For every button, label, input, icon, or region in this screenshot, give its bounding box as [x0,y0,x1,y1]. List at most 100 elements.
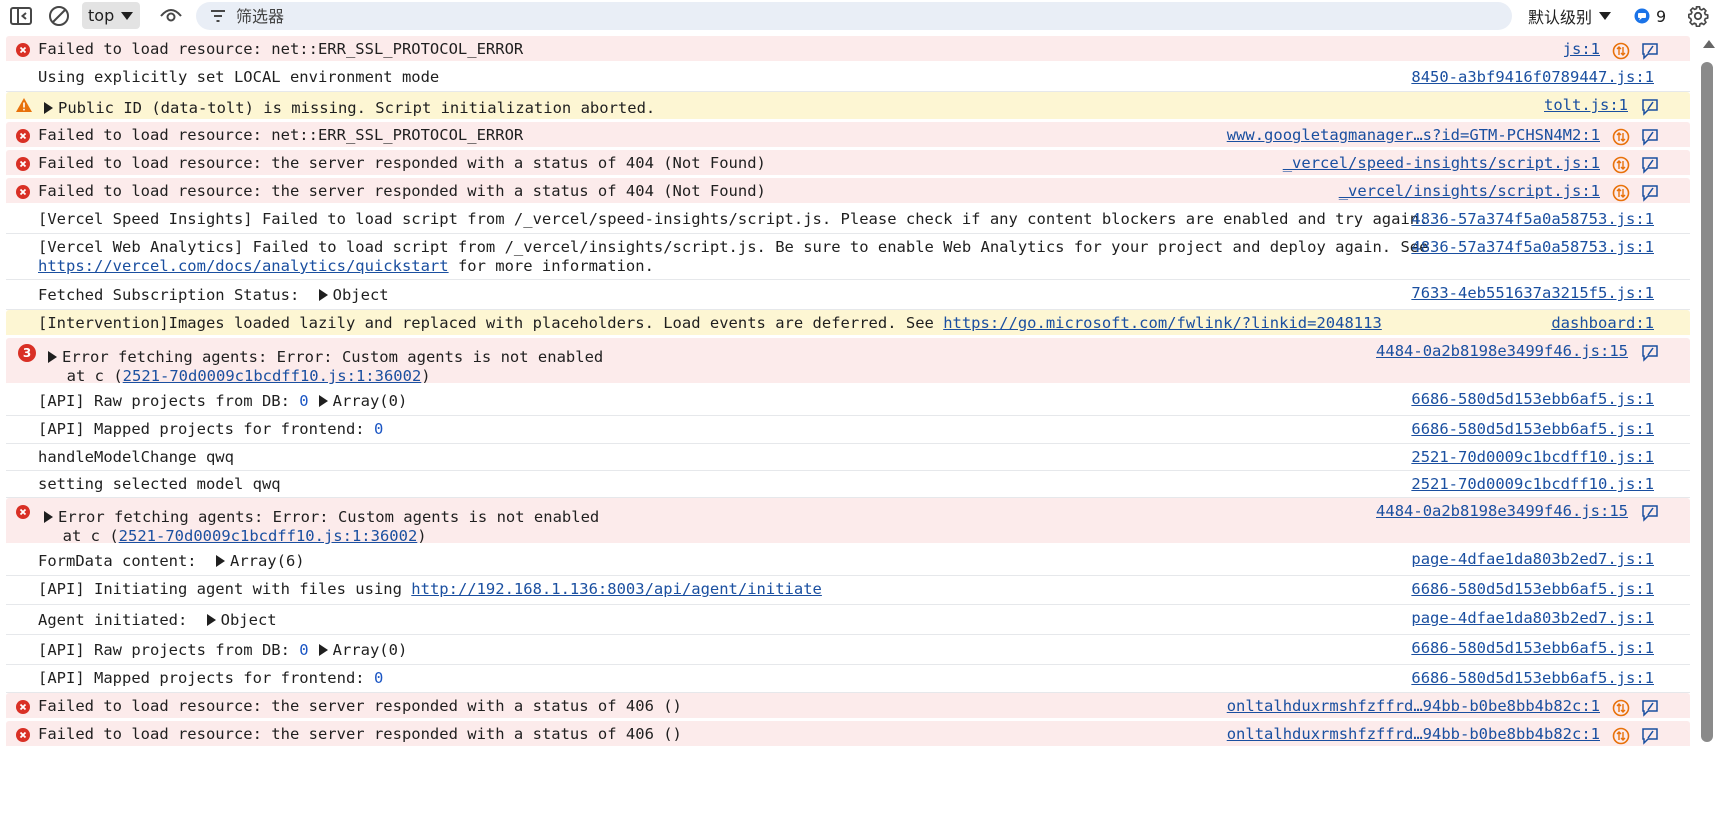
console-message-log[interactable]: [Vercel Speed Insights] Failed to load s… [6,206,1690,234]
message-text: [API] Initiating agent with files using … [38,580,822,598]
settings-gear-icon[interactable] [1687,0,1709,32]
source-link[interactable]: 4484-0a2b8198e3499f46.js:15 [1376,502,1628,521]
error-icon [16,43,30,57]
scroll-up-arrow-icon[interactable] [1703,40,1715,48]
log-levels-dropdown[interactable]: 默认级别 [1528,0,1612,32]
console-message-error[interactable]: Failed to load resource: net::ERR_SSL_PR… [6,122,1690,150]
source-link[interactable]: 4836-57a374f5a0a58753.js:1 [1411,238,1654,257]
sidebar-toggle-icon[interactable] [10,0,32,32]
source-link[interactable]: _vercel/speed-insights/script.js:1 [1283,154,1600,173]
console-message-log[interactable]: FormData content: Array(6) page-4dfae1da… [6,546,1690,576]
live-expression-eye-icon[interactable] [160,0,182,32]
console-message-log[interactable]: [API] Raw projects from DB: 0 Array(0) 66… [6,635,1690,665]
network-request-icon[interactable] [1612,156,1630,174]
expand-triangle-icon[interactable] [318,289,328,301]
array-preview: Array(6) [229,552,305,570]
source-link[interactable]: 2521-70d0009c1bcdff10.js:1 [1411,448,1654,467]
console-message-warning[interactable]: Public ID (data-tolt) is missing. Script… [6,92,1690,122]
source-link[interactable]: 6686-580d5d153ebb6af5.js:1 [1411,639,1654,658]
ai-insights-icon[interactable] [1640,699,1660,717]
console-message-error-group[interactable]: 3 Error fetching agents: Error: Custom a… [6,338,1690,386]
ai-insights-icon[interactable] [1640,98,1660,116]
console-message-log[interactable]: Using explicitly set LOCAL environment m… [6,64,1690,92]
expand-triangle-icon[interactable] [318,644,328,656]
message-text: Using explicitly set LOCAL environment m… [38,68,440,86]
context-selector[interactable]: top [82,2,141,29]
expand-triangle-icon[interactable] [44,511,53,523]
intervention-link[interactable]: https://go.microsoft.com/fwlink/?linkid=… [943,314,1382,332]
filter-input[interactable] [234,5,1438,27]
source-link[interactable]: 6686-580d5d153ebb6af5.js:1 [1411,420,1654,439]
source-link[interactable]: dashboard:1 [1551,314,1654,333]
console-message-log[interactable]: Agent initiated: Object page-4dfae1da803… [6,605,1690,635]
stack-frame-link[interactable]: 2521-70d0009c1bcdff10.js:1:36002 [123,367,422,385]
console-message-error[interactable]: Failed to load resource: the server resp… [6,150,1690,178]
source-link[interactable]: onltalhduxrmshfzffrd…94bb-b0be8bb4b82c:1 [1227,697,1600,716]
source-link[interactable]: page-4dfae1da803b2ed7.js:1 [1411,550,1654,569]
network-request-icon[interactable] [1612,42,1630,60]
console-message-log[interactable]: setting selected model qwq 2521-70d0009c… [6,471,1690,498]
ai-insights-icon[interactable] [1640,128,1660,146]
ai-insights-icon[interactable] [1640,42,1660,60]
expand-triangle-icon[interactable] [215,555,225,567]
clear-console-icon[interactable] [48,0,70,32]
source-link[interactable]: 8450-a3bf9416f0789447.js:1 [1411,68,1654,87]
console-message-error[interactable]: Failed to load resource: the server resp… [6,721,1690,749]
ai-insights-icon[interactable] [1640,504,1660,522]
ai-insights-icon[interactable] [1640,184,1660,202]
network-request-icon[interactable] [1612,727,1630,745]
scrollbar-thumb[interactable] [1701,62,1713,742]
message-text: Failed to load resource: the server resp… [38,697,682,715]
console-message-error[interactable]: Failed to load resource: the server resp… [6,693,1690,721]
expand-triangle-icon[interactable] [48,351,57,363]
network-request-icon[interactable] [1612,184,1630,202]
caret-down-icon [1599,12,1612,20]
stack-frame-link[interactable]: 2521-70d0009c1bcdff10.js:1:36002 [119,527,418,545]
source-link[interactable]: 6686-580d5d153ebb6af5.js:1 [1411,580,1654,599]
source-link[interactable]: js:1 [1563,40,1600,59]
ai-insights-icon[interactable] [1640,727,1660,745]
filter-box[interactable] [196,2,1512,30]
console-message-log[interactable]: handleModelChange qwq 2521-70d0009c1bcdf… [6,444,1690,471]
docs-link[interactable]: https://vercel.com/docs/analytics/quicks… [38,257,449,275]
object-preview: Object [220,611,277,629]
context-label: top [88,6,115,25]
ai-insights-icon[interactable] [1640,156,1660,174]
source-link[interactable]: 7633-4eb551637a3215f5.js:1 [1411,284,1654,303]
console-message-log[interactable]: Fetched Subscription Status: Object 7633… [6,280,1690,310]
console-message-log[interactable]: [API] Raw projects from DB: 0 Array(0) 66… [6,386,1690,416]
console-message-error[interactable]: Failed to load resource: net::ERR_SSL_PR… [6,36,1690,64]
console-message-log[interactable]: [API] Mapped projects for frontend: 0 66… [6,416,1690,444]
source-link[interactable]: 4484-0a2b8198e3499f46.js:15 [1376,342,1628,361]
message-text: [API] Raw projects from DB: 0 Array(0) [38,392,408,410]
source-link[interactable]: tolt.js:1 [1544,96,1628,115]
console-message-error[interactable]: Failed to load resource: the server resp… [6,178,1690,206]
source-link[interactable]: page-4dfae1da803b2ed7.js:1 [1411,609,1654,628]
source-link[interactable]: www.googletagmanager…s?id=GTM-PCHSN4M2:1 [1227,126,1600,145]
source-link[interactable]: 4836-57a374f5a0a58753.js:1 [1411,210,1654,229]
console-message-log[interactable]: [Vercel Web Analytics] Failed to load sc… [6,234,1690,280]
expand-triangle-icon[interactable] [318,395,328,407]
console-message-log[interactable]: [API] Initiating agent with files using … [6,576,1690,605]
console-message-log[interactable]: [API] Mapped projects for frontend: 0 66… [6,665,1690,693]
error-icon [16,129,30,143]
message-text: [API] Raw projects from DB: 0 Array(0) [38,641,408,659]
ai-insights-icon[interactable] [1640,344,1660,362]
console-message-intervention[interactable]: [Intervention]Images loaded lazily and r… [6,310,1690,338]
issues-counter[interactable]: 9 [1634,0,1666,32]
source-link[interactable]: _vercel/insights/script.js:1 [1339,182,1600,201]
api-url-link[interactable]: http://192.168.1.136:8003/api/agent/init… [411,580,822,598]
source-link[interactable]: 6686-580d5d153ebb6af5.js:1 [1411,390,1654,409]
vertical-scrollbar[interactable] [1694,36,1720,826]
source-link[interactable]: 6686-580d5d153ebb6af5.js:1 [1411,669,1654,688]
expand-triangle-icon[interactable] [206,614,216,626]
expand-triangle-icon[interactable] [44,102,53,114]
source-link[interactable]: onltalhduxrmshfzffrd…94bb-b0be8bb4b82c:1 [1227,725,1600,744]
repeat-count-badge: 3 [18,344,36,362]
source-link[interactable]: 2521-70d0009c1bcdff10.js:1 [1411,475,1654,494]
network-request-icon[interactable] [1612,699,1630,717]
array-preview: Array(0) [332,392,408,410]
network-request-icon[interactable] [1612,128,1630,146]
console-message-error[interactable]: Error fetching agents: Error: Custom age… [6,498,1690,546]
message-text: handleModelChange qwq [38,448,234,466]
